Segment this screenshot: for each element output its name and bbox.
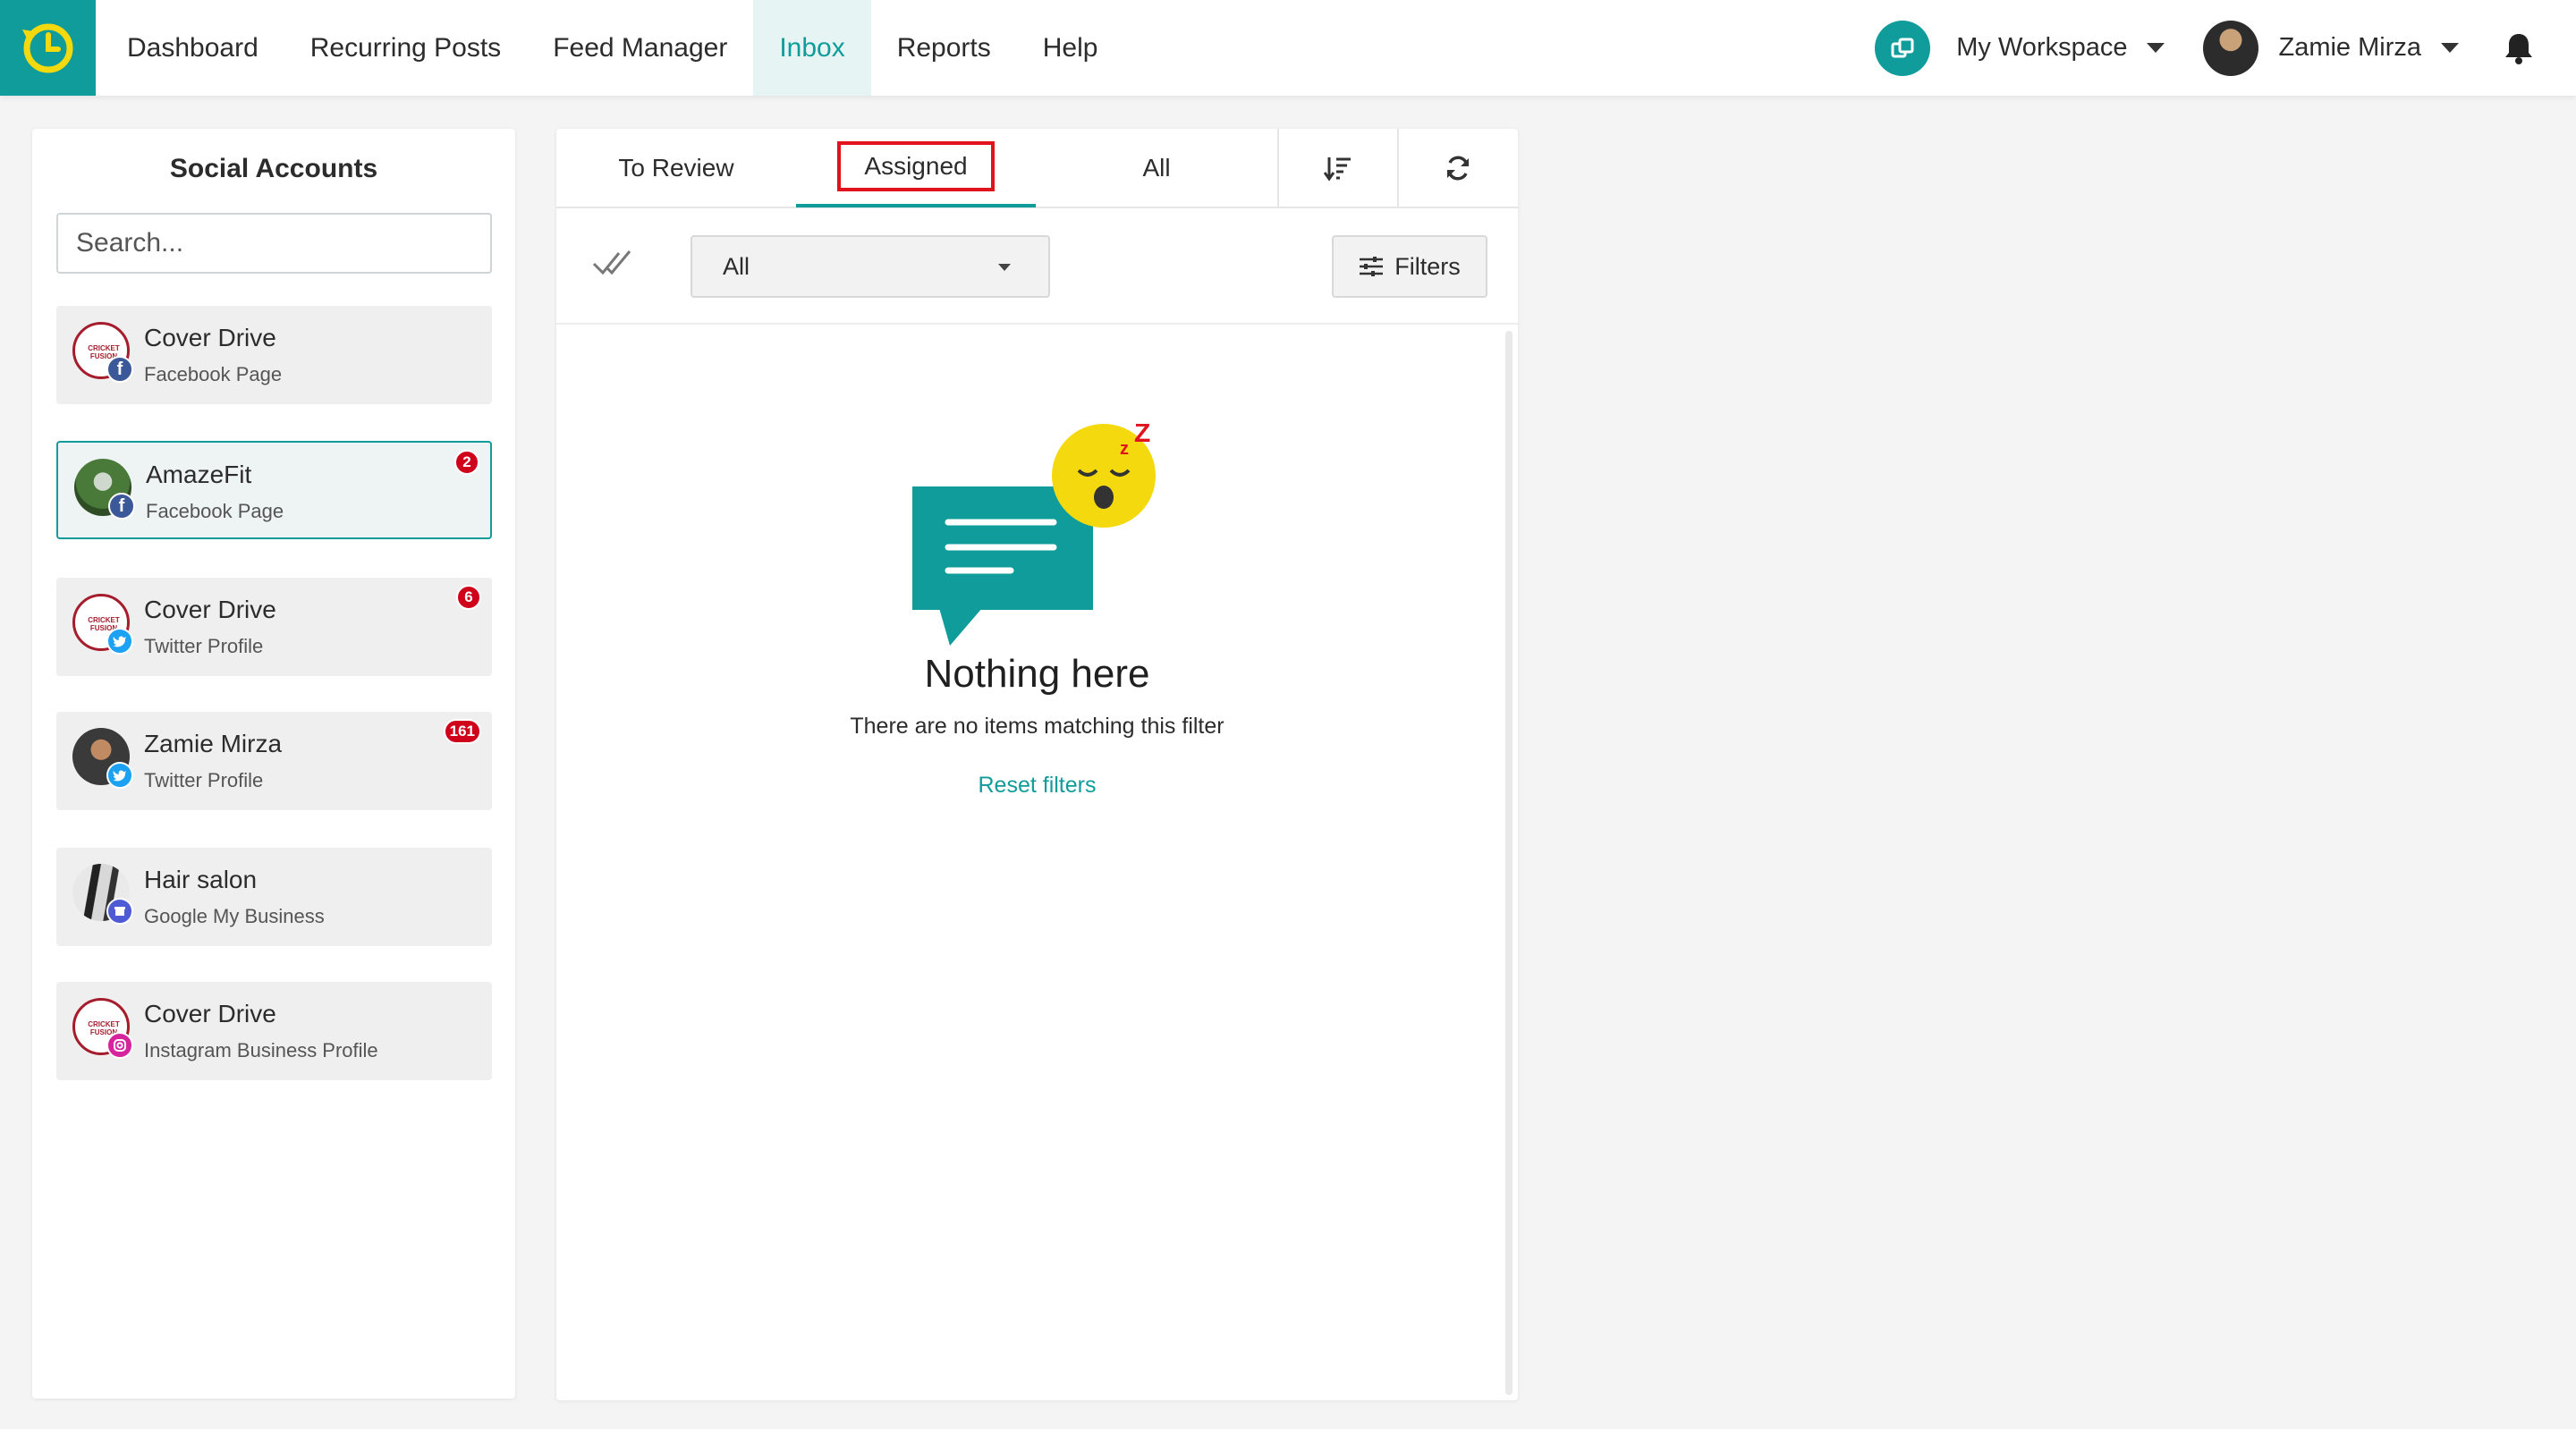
chevron-down-icon xyxy=(998,264,1011,271)
workspace-icon[interactable] xyxy=(1875,20,1931,76)
tab-label: To Review xyxy=(618,154,734,182)
check-all-icon[interactable] xyxy=(592,248,631,278)
account-name: Cover Drive xyxy=(144,324,276,351)
search-input[interactable] xyxy=(56,213,492,274)
empty-state-title: Nothing here xyxy=(924,652,1150,696)
nav-item-feed-manager[interactable]: Feed Manager xyxy=(527,0,753,96)
account-type: Instagram Business Profile xyxy=(144,1039,378,1061)
account-item[interactable]: f AmazeFit Facebook Page 2 xyxy=(56,441,492,539)
empty-state-illustration: Z z xyxy=(912,424,1156,646)
refresh-button[interactable] xyxy=(1397,129,1517,207)
tab-label: All xyxy=(1142,154,1171,182)
unread-badge: 161 xyxy=(443,719,481,744)
account-type: Google My Business xyxy=(144,905,325,927)
google-my-business-icon xyxy=(106,898,133,925)
account-item[interactable]: Zamie Mirza Twitter Profile 161 xyxy=(56,712,492,810)
nav-item-help[interactable]: Help xyxy=(1017,0,1124,96)
top-navigation-bar: Dashboard Recurring Posts Feed Manager I… xyxy=(0,0,2576,96)
main-nav: Dashboard Recurring Posts Feed Manager I… xyxy=(101,0,1123,96)
filters-button-label: Filters xyxy=(1394,252,1461,280)
filters-icon xyxy=(1360,257,1384,276)
account-name: Cover Drive xyxy=(144,596,276,623)
account-name: Zamie Mirza xyxy=(144,730,283,757)
facebook-icon: f xyxy=(106,356,133,383)
status-select-value: All xyxy=(723,252,750,280)
tab-label: Assigned xyxy=(837,141,995,191)
facebook-icon: f xyxy=(108,493,135,520)
sort-icon xyxy=(1324,157,1351,182)
inbox-panel: To Review Assigned All All Filters Z z N… xyxy=(556,129,1518,1400)
unread-badge: 2 xyxy=(454,450,479,475)
social-accounts-panel: Social Accounts CRICKET FUSION f Cover D… xyxy=(32,129,515,1399)
tab-assigned[interactable]: Assigned xyxy=(796,129,1036,207)
account-name: Hair salon xyxy=(144,866,258,893)
nav-item-recurring-posts[interactable]: Recurring Posts xyxy=(284,0,527,96)
empty-state-subtitle: There are no items matching this filter xyxy=(850,714,1224,739)
svg-text:z: z xyxy=(1120,439,1129,459)
account-item[interactable]: CRICKET FUSION Cover Drive Instagram Bus… xyxy=(56,982,492,1080)
clock-logo-icon xyxy=(21,23,72,72)
tab-all[interactable]: All xyxy=(1036,129,1277,207)
unread-badge: 6 xyxy=(456,585,481,610)
top-right-controls: My Workspace Zamie Mirza xyxy=(1875,0,2576,96)
inbox-tabs: To Review Assigned All xyxy=(556,129,1518,208)
account-item[interactable]: CRICKET FUSION Cover Drive Twitter Profi… xyxy=(56,578,492,676)
tab-to-review[interactable]: To Review xyxy=(556,129,796,207)
nav-item-inbox[interactable]: Inbox xyxy=(753,0,871,96)
reset-filters-link[interactable]: Reset filters xyxy=(556,773,1518,799)
account-name: Cover Drive xyxy=(144,1000,276,1027)
twitter-icon xyxy=(106,762,133,789)
account-type: Facebook Page xyxy=(146,500,284,522)
account-item[interactable]: CRICKET FUSION f Cover Drive Facebook Pa… xyxy=(56,306,492,404)
account-type: Facebook Page xyxy=(144,363,283,385)
svg-text:Z: Z xyxy=(1134,424,1150,448)
refresh-icon xyxy=(1447,156,1469,181)
chevron-down-icon[interactable] xyxy=(2147,43,2165,53)
workspace-selector[interactable]: My Workspace xyxy=(1956,33,2127,63)
avatar[interactable] xyxy=(2203,20,2259,76)
instagram-icon xyxy=(106,1032,133,1059)
account-type: Twitter Profile xyxy=(144,769,264,791)
scrollbar[interactable] xyxy=(1505,331,1513,1395)
account-item[interactable]: Hair salon Google My Business xyxy=(56,848,492,946)
account-name: AmazeFit xyxy=(146,461,252,488)
filter-row: All Filters xyxy=(556,208,1518,325)
user-menu[interactable]: Zamie Mirza xyxy=(2278,33,2421,63)
nav-item-reports[interactable]: Reports xyxy=(871,0,1017,96)
sleeping-emoji-icon: Z z xyxy=(1052,424,1156,528)
twitter-icon xyxy=(106,628,133,655)
status-select[interactable]: All xyxy=(691,235,1050,298)
chevron-down-icon[interactable] xyxy=(2441,43,2459,53)
filters-button[interactable]: Filters xyxy=(1332,235,1487,298)
app-logo[interactable] xyxy=(0,0,96,96)
panel-title: Social Accounts xyxy=(169,154,378,183)
bell-icon[interactable] xyxy=(2504,31,2534,65)
nav-item-dashboard[interactable]: Dashboard xyxy=(101,0,284,96)
sort-button[interactable] xyxy=(1277,129,1397,207)
account-type: Twitter Profile xyxy=(144,635,264,657)
